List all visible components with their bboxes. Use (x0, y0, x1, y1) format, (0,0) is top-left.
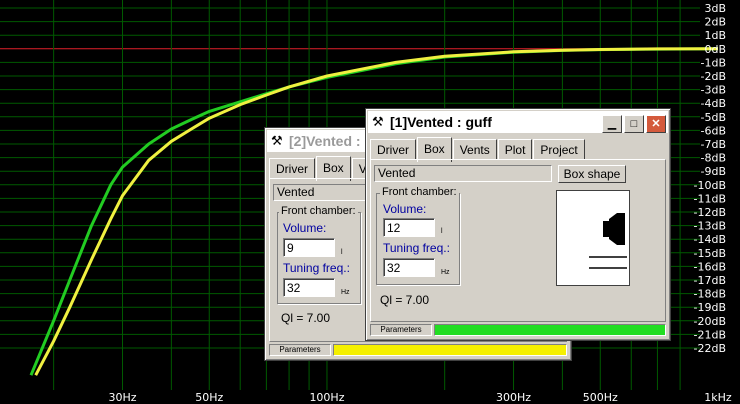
db-tick-label: -2dB (701, 70, 727, 83)
volume-unit: l (341, 249, 343, 256)
box-shape-preview (556, 190, 630, 286)
front-chamber-label: Front chamber: (279, 205, 358, 217)
db-tick-label: -1dB (701, 56, 727, 69)
db-tick-label: -20dB (694, 315, 727, 328)
freq-tick-label: 300Hz (496, 391, 531, 404)
close-icon[interactable]: ✕ (646, 115, 666, 133)
window-vented-1[interactable]: ⚒ [1]Vented : guff ▁ □ ✕ Driver Box Vent… (365, 108, 671, 341)
db-tick-label: -12dB (694, 206, 727, 219)
parameters-indicator (434, 324, 666, 336)
tuning-unit: Hz (441, 269, 450, 276)
ql-value: Ql = 7.00 (380, 293, 430, 307)
db-tick-label: -3dB (701, 84, 727, 97)
db-tick-label: -22dB (694, 342, 727, 355)
tab-project[interactable]: Project (533, 139, 585, 160)
db-tick-label: -16dB (694, 260, 727, 273)
box-shape-button[interactable]: Box shape (558, 165, 626, 183)
volume-unit: l (441, 228, 443, 235)
box-diagram (589, 213, 627, 269)
ql-value: Ql = 7.00 (281, 311, 331, 325)
db-tick-label: -5dB (701, 111, 727, 124)
db-tick-label: 2dB (704, 16, 726, 29)
status-bar: Parameters (370, 324, 666, 336)
status-bar: Parameters (269, 344, 567, 356)
tuning-input[interactable] (283, 278, 335, 297)
db-tick-label: -6dB (701, 124, 727, 137)
tuning-input[interactable] (383, 258, 435, 277)
box-type-field: Vented (374, 165, 552, 182)
db-tick-label: -17dB (694, 274, 727, 287)
freq-tick-label: 30Hz (108, 391, 136, 404)
db-tick-label: 0dB (704, 43, 726, 56)
freq-tick-label: 100Hz (309, 391, 344, 404)
db-tick-label: -21dB (694, 328, 727, 341)
front-chamber-label: Front chamber: (380, 186, 459, 198)
freq-tick-label: 500Hz (583, 391, 618, 404)
volume-label: Volume: (283, 221, 327, 235)
freq-tick-label: 1kHz (704, 391, 732, 404)
tab-plot[interactable]: Plot (497, 139, 533, 160)
box-type-field: Vented (273, 184, 369, 201)
wrench-icon: ⚒ (271, 133, 283, 148)
tuning-unit: Hz (341, 289, 350, 296)
tab-driver[interactable]: Driver (370, 139, 416, 160)
db-tick-label: -8dB (701, 152, 727, 165)
tuning-label: Tuning freq.: (383, 241, 450, 255)
db-tick-label: -11dB (694, 192, 727, 205)
db-tick-label: 3dB (704, 2, 726, 15)
db-tick-label: -14dB (694, 233, 727, 246)
db-tick-label: -10dB (694, 179, 727, 192)
db-tick-label: 1dB (704, 29, 726, 42)
minimize-icon[interactable]: ▁ (602, 115, 622, 133)
db-tick-label: -19dB (694, 301, 727, 314)
volume-input[interactable] (283, 238, 335, 257)
volume-input[interactable] (383, 218, 435, 237)
wrench-icon: ⚒ (372, 114, 384, 129)
db-tick-label: -9dB (701, 165, 727, 178)
freq-tick-label: 50Hz (195, 391, 223, 404)
parameters-label: Parameters (269, 344, 331, 356)
db-tick-label: -4dB (701, 97, 727, 110)
volume-label: Volume: (383, 202, 427, 216)
tab-vents[interactable]: Vents (452, 139, 497, 160)
parameters-label: Parameters (370, 324, 432, 336)
titlebar-vented-1[interactable]: ⚒ [1]Vented : guff ▁ □ ✕ (368, 111, 668, 133)
parameters-indicator (333, 344, 567, 356)
db-tick-label: -18dB (694, 288, 727, 301)
db-tick-label: -7dB (701, 138, 727, 151)
window-title: [1]Vented : guff (390, 114, 492, 130)
tab-driver[interactable]: Driver (269, 158, 315, 179)
db-tick-label: -15dB (694, 247, 727, 260)
window-title: [2]Vented : (289, 133, 361, 149)
maximize-icon[interactable]: □ (624, 115, 644, 133)
tuning-label: Tuning freq.: (283, 261, 350, 275)
db-tick-label: -13dB (694, 220, 727, 233)
